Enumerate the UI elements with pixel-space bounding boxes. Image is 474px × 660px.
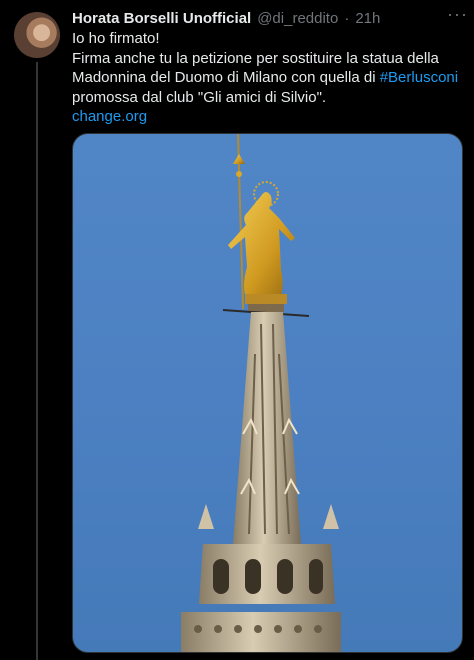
avatar[interactable] bbox=[14, 12, 60, 58]
more-horizontal-icon[interactable]: ··· bbox=[447, 4, 468, 25]
external-link[interactable]: change.org bbox=[72, 108, 147, 125]
tweet: Horata Borselli Unofficial @di_reddito ·… bbox=[72, 10, 464, 127]
tweet-line-2: Firma anche tu la petizione per sostitui… bbox=[72, 49, 464, 108]
author-name[interactable]: Horata Borselli Unofficial bbox=[72, 10, 251, 27]
separator-dot: · bbox=[344, 10, 350, 27]
thread-line bbox=[36, 62, 38, 660]
tweet-line-2-end: promossa dal club "Gli amici di Silvio". bbox=[72, 88, 327, 106]
tweet-header: Horata Borselli Unofficial @di_reddito ·… bbox=[72, 10, 464, 27]
tweet-image[interactable] bbox=[72, 133, 463, 653]
spire-illustration bbox=[181, 134, 341, 652]
tweet-line-1: Io ho firmato! bbox=[72, 30, 160, 47]
timestamp[interactable]: 21h bbox=[355, 10, 380, 27]
author-handle[interactable]: @di_reddito bbox=[257, 10, 338, 27]
tweet-text: Io ho firmato! Firma anche tu la petizio… bbox=[72, 29, 464, 127]
hashtag-link[interactable]: #Berlusconi bbox=[380, 69, 458, 86]
